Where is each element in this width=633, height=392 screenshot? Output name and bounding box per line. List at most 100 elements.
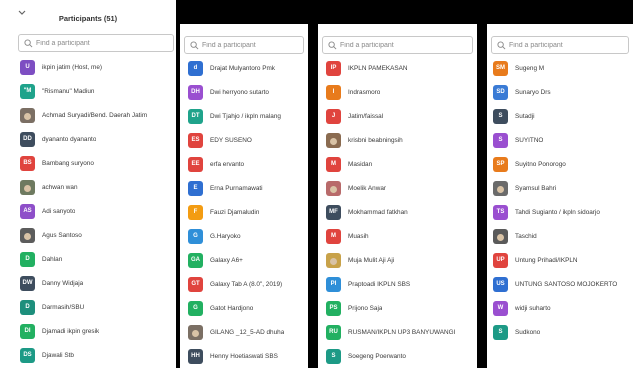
participant-name: Muja Mulit Aji Aji [348, 256, 395, 264]
avatar-initials: E [188, 180, 203, 196]
participant-name: dyananto dyananto [42, 135, 97, 143]
participant-row[interactable]: EE erfa ervanto [188, 153, 304, 175]
participant-row[interactable]: TS Tahdi Sugianto / ikpln sidoarjo [493, 201, 629, 223]
participant-row[interactable]: Achmad Suryadi/Bend. Daerah Jatim [20, 104, 172, 126]
avatar-initials: M [326, 228, 341, 244]
participant-row[interactable]: krisbni beabningsih [326, 129, 473, 151]
backdrop-top [176, 0, 633, 24]
participant-name: Dahlan [42, 255, 63, 263]
participant-row[interactable]: S Soegeng Poerwanto [326, 345, 473, 367]
participant-name: "Rismanu" Madiun [42, 87, 95, 95]
participant-row[interactable]: E Erna Purnamawati [188, 177, 304, 199]
participant-row[interactable]: Moelik Anwar [326, 177, 473, 199]
participant-row[interactable]: S Sudkono [493, 321, 629, 343]
participant-name: Sutadji [515, 112, 535, 120]
avatar-initials: PS [326, 300, 341, 316]
participant-name: Soegeng Poerwanto [348, 352, 406, 360]
participant-name: Djamadi ikpin gresik [42, 327, 100, 335]
participant-row[interactable]: S Sutadji [493, 105, 629, 127]
avatar-photo [326, 132, 341, 148]
participant-row[interactable]: RU RUSMAN/IKPLN UP3 BANYUWANGI [326, 321, 473, 343]
participant-row[interactable]: d Drajat Mulyantoro Pmk [188, 57, 304, 79]
avatar-photo [20, 179, 35, 195]
participant-row[interactable]: J Jatim/faissal [326, 105, 473, 127]
participant-name: Jatim/faissal [348, 112, 384, 120]
participant-row[interactable]: SP Suyitno Ponorogo [493, 153, 629, 175]
participant-name: SUYITNO [515, 136, 544, 144]
participant-name: Masidan [348, 160, 373, 168]
participant-row[interactable]: GA Galaxy A6+ [188, 249, 304, 271]
participant-row[interactable]: GILANG _12_5-AD dhuha [188, 321, 304, 343]
avatar-initials: d [188, 60, 203, 76]
avatar-initials: GA [188, 252, 203, 268]
participant-name: Untung Prihadi/IKPLN [515, 256, 578, 264]
participant-row[interactable]: DT Dwi Tjahjo / ikpln malang [188, 105, 304, 127]
avatar-initials: PI [326, 276, 341, 292]
participant-name: Adi sanyoto [42, 207, 76, 215]
participant-row[interactable]: DH Dwi herryono sutarto [188, 81, 304, 103]
participant-row[interactable]: MF Mokhammad fatkhan [326, 201, 473, 223]
participant-row[interactable]: F Fauzi Djamaludin [188, 201, 304, 223]
participant-search[interactable] [18, 34, 174, 52]
participant-name: Sudkono [515, 328, 541, 336]
avatar-initials: ES [188, 132, 203, 148]
avatar-initials: RU [326, 324, 341, 340]
avatar-initials: US [493, 276, 508, 292]
avatar-photo [326, 180, 341, 196]
participant-name: Dwi herryono sutarto [210, 88, 269, 96]
avatar-initials: IP [326, 60, 341, 76]
participant-row[interactable]: DI Djamadi ikpin gresik [20, 320, 172, 342]
participant-row[interactable]: "M "Rismanu" Madiun [20, 80, 172, 102]
participant-name: erfa ervanto [210, 160, 245, 168]
participant-row[interactable]: S SUYITNO [493, 129, 629, 151]
participant-row[interactable]: M Masidan [326, 153, 473, 175]
participant-row[interactable]: achwan wan [20, 176, 172, 198]
avatar-initials: U [20, 59, 35, 75]
participant-row[interactable]: DD dyananto dyananto [20, 128, 172, 150]
participant-row[interactable]: Muja Mulit Aji Aji [326, 249, 473, 271]
participant-row[interactable]: D Dahlan [20, 248, 172, 270]
participant-name: Achmad Suryadi/Bend. Daerah Jatim [42, 111, 148, 119]
search-input[interactable] [202, 41, 303, 49]
search-input[interactable] [340, 41, 472, 49]
participant-search[interactable] [184, 36, 304, 54]
participant-row[interactable]: US UNTUNG SANTOSO MOJOKERTO [493, 273, 629, 295]
participant-row[interactable]: Wwidji suharto [493, 297, 629, 319]
search-input[interactable] [36, 39, 173, 47]
avatar-photo [188, 324, 203, 340]
participant-row[interactable]: Uikpin jatim (Host, me) [20, 56, 172, 78]
participant-row[interactable]: PI Praptoadi IKPLN SBS [326, 273, 473, 295]
participant-row[interactable]: UP Untung Prihadi/IKPLN [493, 249, 629, 271]
participant-row[interactable]: DW Danny Widjaja [20, 272, 172, 294]
participant-search[interactable] [491, 36, 629, 54]
participant-row[interactable]: I Indrasmoro [326, 81, 473, 103]
participant-name: Galaxy Tab A (8.0", 2019) [210, 280, 283, 288]
participant-row[interactable]: Agus Santoso [20, 224, 172, 246]
person-icon [330, 137, 337, 145]
participant-row[interactable]: GT Galaxy Tab A (8.0", 2019) [188, 273, 304, 295]
participant-row[interactable]: Syamsul Bahri [493, 177, 629, 199]
participant-row[interactable]: Taschid [493, 225, 629, 247]
participant-row[interactable]: PS Prijono Saja [326, 297, 473, 319]
avatar-initials: J [326, 108, 341, 124]
participant-row[interactable]: AS Adi sanyoto [20, 200, 172, 222]
participant-row[interactable]: ES EDY SUSENO [188, 129, 304, 151]
participant-row[interactable]: G Gatot Hardjono [188, 297, 304, 319]
avatar-initials: UP [493, 252, 508, 268]
avatar-initials: G [188, 228, 203, 244]
participant-row[interactable]: SD Sunaryo Drs [493, 81, 629, 103]
avatar-photo [326, 252, 341, 268]
participant-row[interactable]: D Darmasih/SBU [20, 296, 172, 318]
participant-row[interactable]: M Muasih [326, 225, 473, 247]
participant-search[interactable] [322, 36, 473, 54]
avatar-initials: SD [493, 84, 508, 100]
participant-row[interactable]: IP IKPLN PAMEKASAN [326, 57, 473, 79]
participant-name: Indrasmoro [348, 88, 381, 96]
participant-row[interactable]: DS Djawali Stb [20, 344, 172, 366]
search-input[interactable] [509, 41, 628, 49]
participant-row[interactable]: SM Sugeng M [493, 57, 629, 79]
participant-row[interactable]: BS Bambang suryono [20, 152, 172, 174]
participant-row[interactable]: G G.Haryoko [188, 225, 304, 247]
participant-row[interactable]: HH Henny Hoetiaswati SBS [188, 345, 304, 367]
avatar-initials: "M [20, 83, 35, 99]
